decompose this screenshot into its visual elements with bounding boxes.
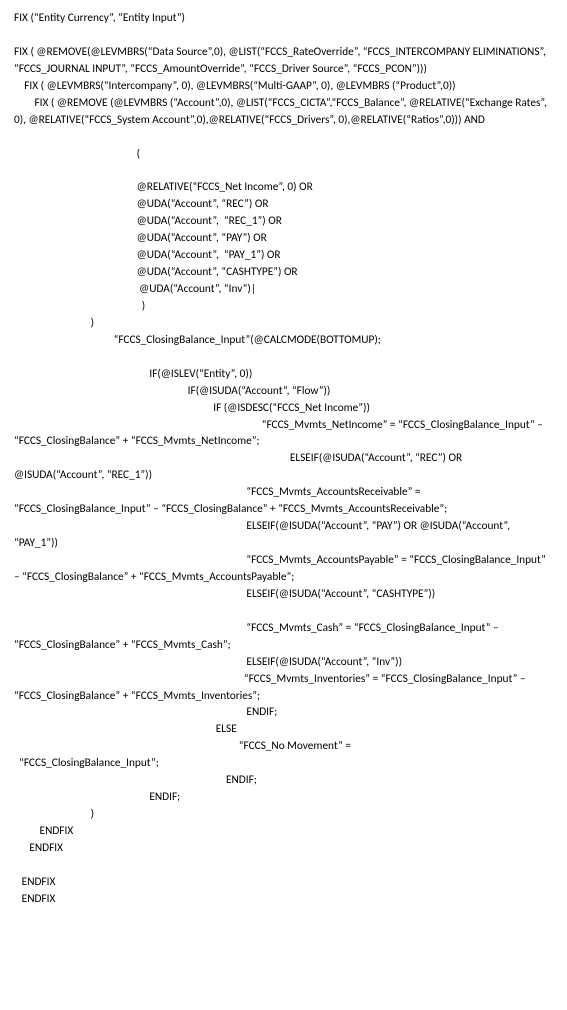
code-block: FIX (“Entity Currency”, “Entity Input”) … [14, 10, 553, 908]
